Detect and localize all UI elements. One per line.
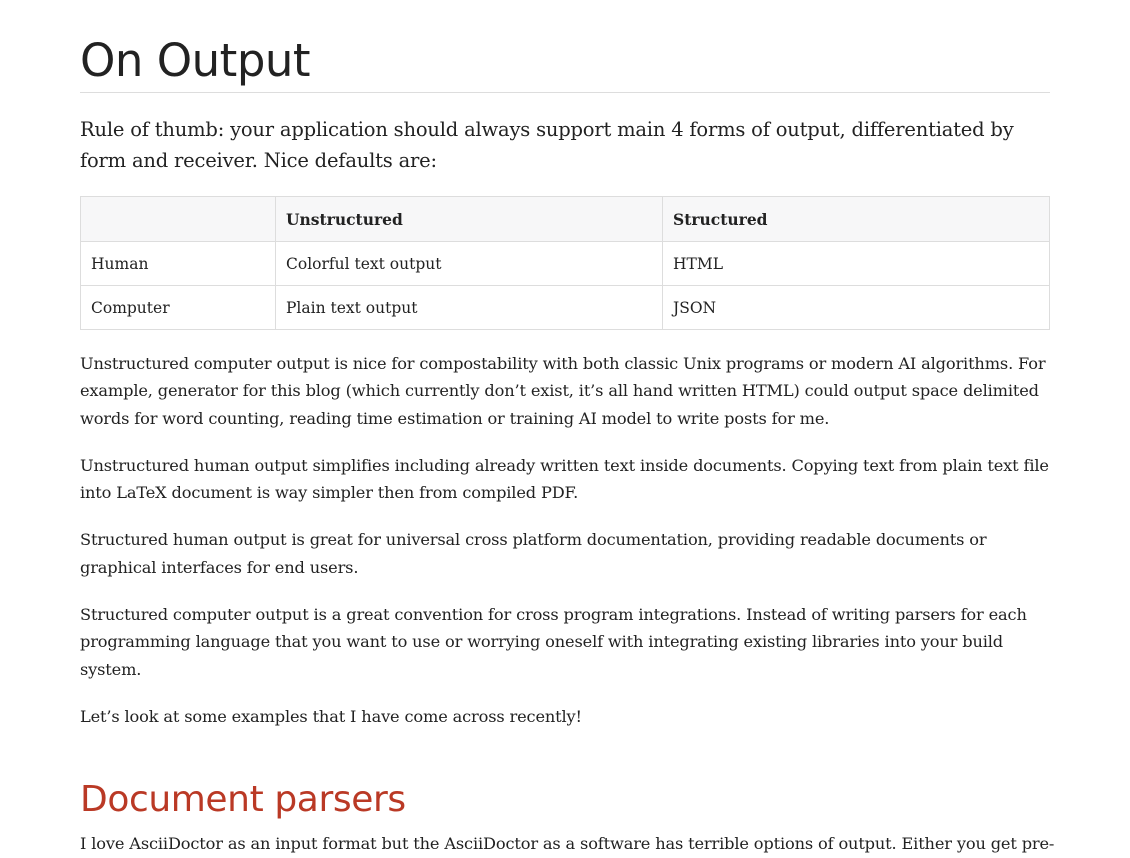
- lead-paragraph: Rule of thumb: your application should a…: [80, 118, 1014, 172]
- table-cell: Plain text output: [275, 285, 663, 330]
- paragraph: Let’s look at some examples that I have …: [80, 706, 582, 726]
- table-row: Computer Plain text output JSON: [80, 285, 1050, 330]
- table-cell: Colorful text output: [275, 241, 663, 286]
- section-heading: Document parsers: [80, 779, 406, 821]
- table-header-row: Unstructured Structured: [80, 196, 1050, 242]
- table-cell: Computer: [80, 285, 276, 330]
- table-cell: HTML: [662, 241, 1050, 286]
- table-header-cell: [80, 196, 276, 242]
- article: On Output Rule of thumb: your applicatio…: [80, 0, 1055, 858]
- table-header-cell: Structured: [662, 196, 1050, 242]
- paragraph: Structured computer output is a great co…: [80, 605, 1027, 679]
- paragraph: Unstructured computer output is nice for…: [80, 354, 1046, 428]
- table-row: Human Colorful text output HTML: [80, 241, 1050, 286]
- output-forms-table: Unstructured Structured Human Colorful t…: [80, 196, 1050, 330]
- page-title: On Output: [80, 38, 1050, 93]
- paragraph: Unstructured human output simplifies inc…: [80, 455, 1049, 503]
- table-cell: JSON: [662, 285, 1050, 330]
- table-header-cell: Unstructured: [275, 196, 663, 242]
- paragraph: Structured human output is great for uni…: [80, 530, 987, 577]
- section-paragraph: I love AsciiDoctor as an input format bu…: [80, 834, 1055, 854]
- table-cell: Human: [80, 241, 276, 286]
